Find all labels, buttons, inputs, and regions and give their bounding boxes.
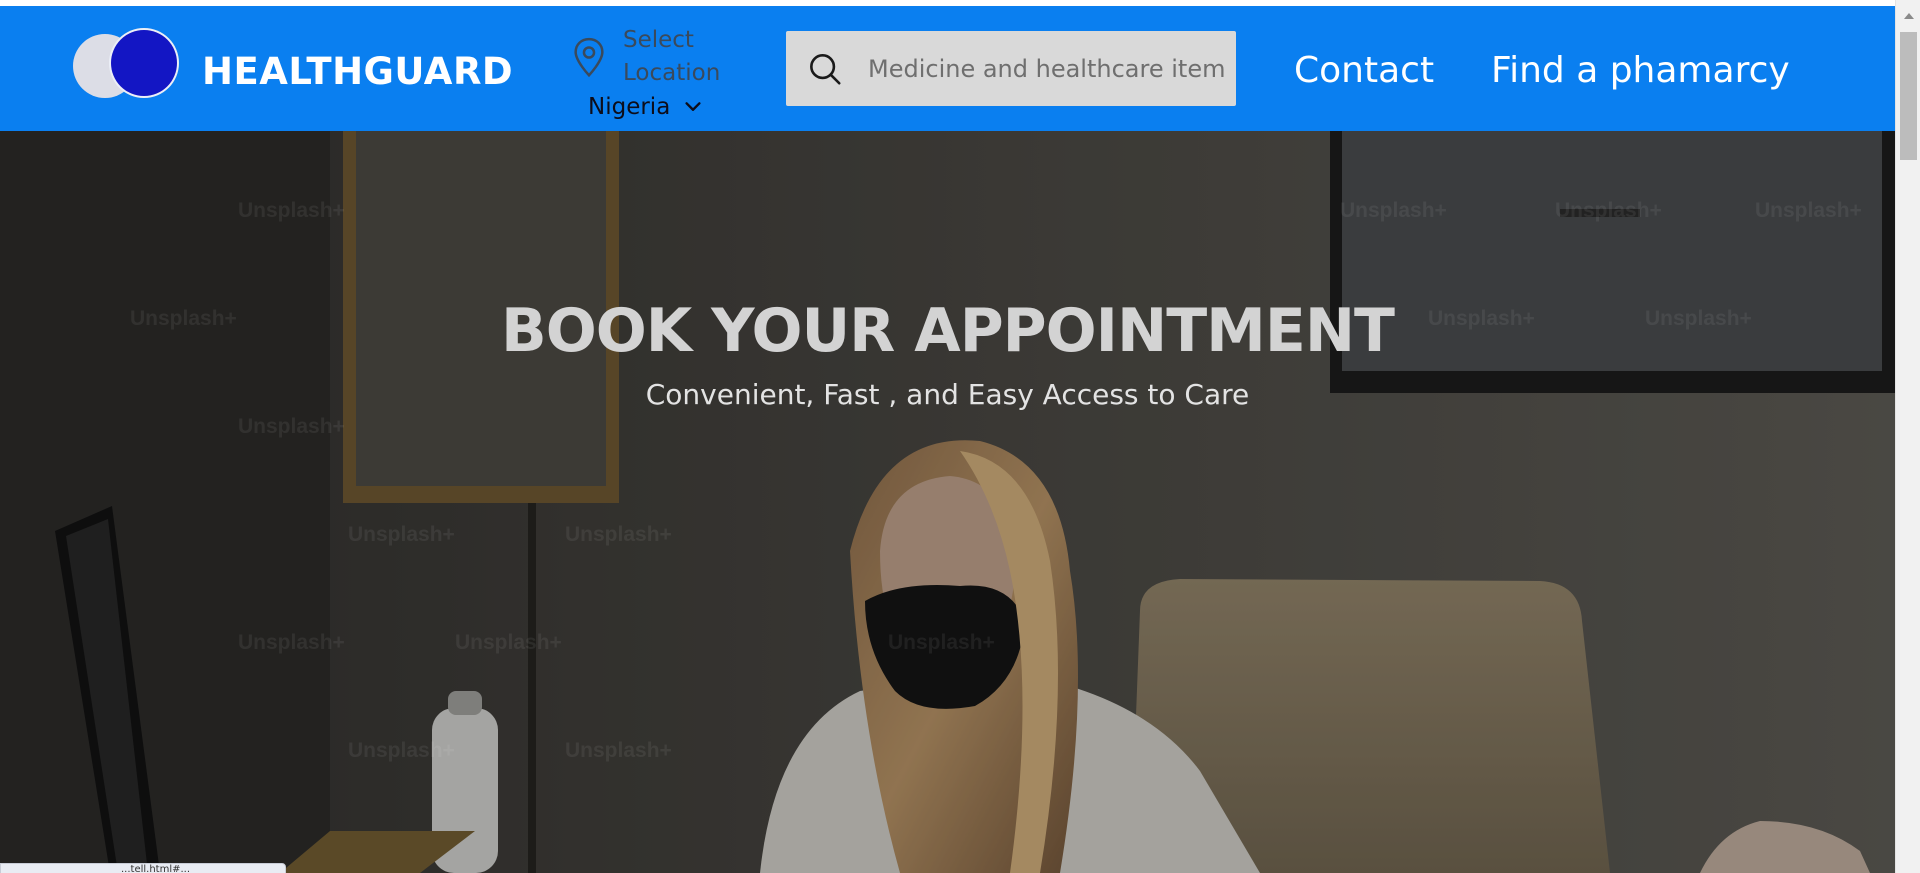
location-label: Select Location xyxy=(623,27,721,86)
search-icon[interactable] xyxy=(806,50,844,88)
search-input[interactable] xyxy=(866,53,1230,84)
scrollbar[interactable] xyxy=(1895,0,1920,873)
watermark: Unsplash+ xyxy=(238,631,345,654)
logo-circle-dark xyxy=(111,30,177,96)
hero-subtitle: Convenient, Fast , and Easy Access to Ca… xyxy=(645,378,1250,411)
hero-section: Unsplash+ Unsplash+ Unsplash+ Unsplash+ … xyxy=(0,131,1895,873)
logo[interactable] xyxy=(73,30,183,100)
watermark: Unsplash+ xyxy=(565,739,672,762)
scrollbar-thumb[interactable] xyxy=(1900,32,1917,160)
browser-viewport: HEALTHGUARD Select Location Nigeria Cont… xyxy=(0,0,1895,873)
location-dropdown[interactable]: Nigeria xyxy=(588,94,704,120)
watermark: Unsplash+ xyxy=(455,631,562,654)
watermark: Unsplash+ xyxy=(888,631,995,654)
hero-overlay xyxy=(0,131,1895,873)
location-pin-icon xyxy=(574,37,604,78)
nav-link-contact[interactable]: Contact xyxy=(1294,50,1434,91)
location-selector[interactable]: Select Location Nigeria xyxy=(570,18,740,128)
search-bar xyxy=(786,31,1236,106)
navbar: HEALTHGUARD Select Location Nigeria Cont… xyxy=(0,6,1895,131)
scroll-up-arrow-icon[interactable] xyxy=(1904,13,1914,19)
watermark: Unsplash+ xyxy=(1755,199,1862,222)
location-value: Nigeria xyxy=(588,94,671,120)
watermark: Unsplash+ xyxy=(238,415,345,438)
watermark: Unsplash+ xyxy=(348,739,455,762)
nav-link-find-pharmacy[interactable]: Find a phamarcy xyxy=(1491,50,1790,91)
hero-title: BOOK YOUR APPOINTMENT xyxy=(501,296,1395,366)
chevron-down-icon xyxy=(685,102,701,111)
watermark: Unsplash+ xyxy=(238,199,345,222)
watermark: Unsplash+ xyxy=(565,523,672,546)
watermark: Unsplash+ xyxy=(1340,199,1447,222)
brand-name[interactable]: HEALTHGUARD xyxy=(202,50,513,93)
status-bar-url: ...tell.html#... xyxy=(0,863,286,873)
watermark: Unsplash+ xyxy=(1555,199,1662,222)
watermark: Unsplash+ xyxy=(348,523,455,546)
